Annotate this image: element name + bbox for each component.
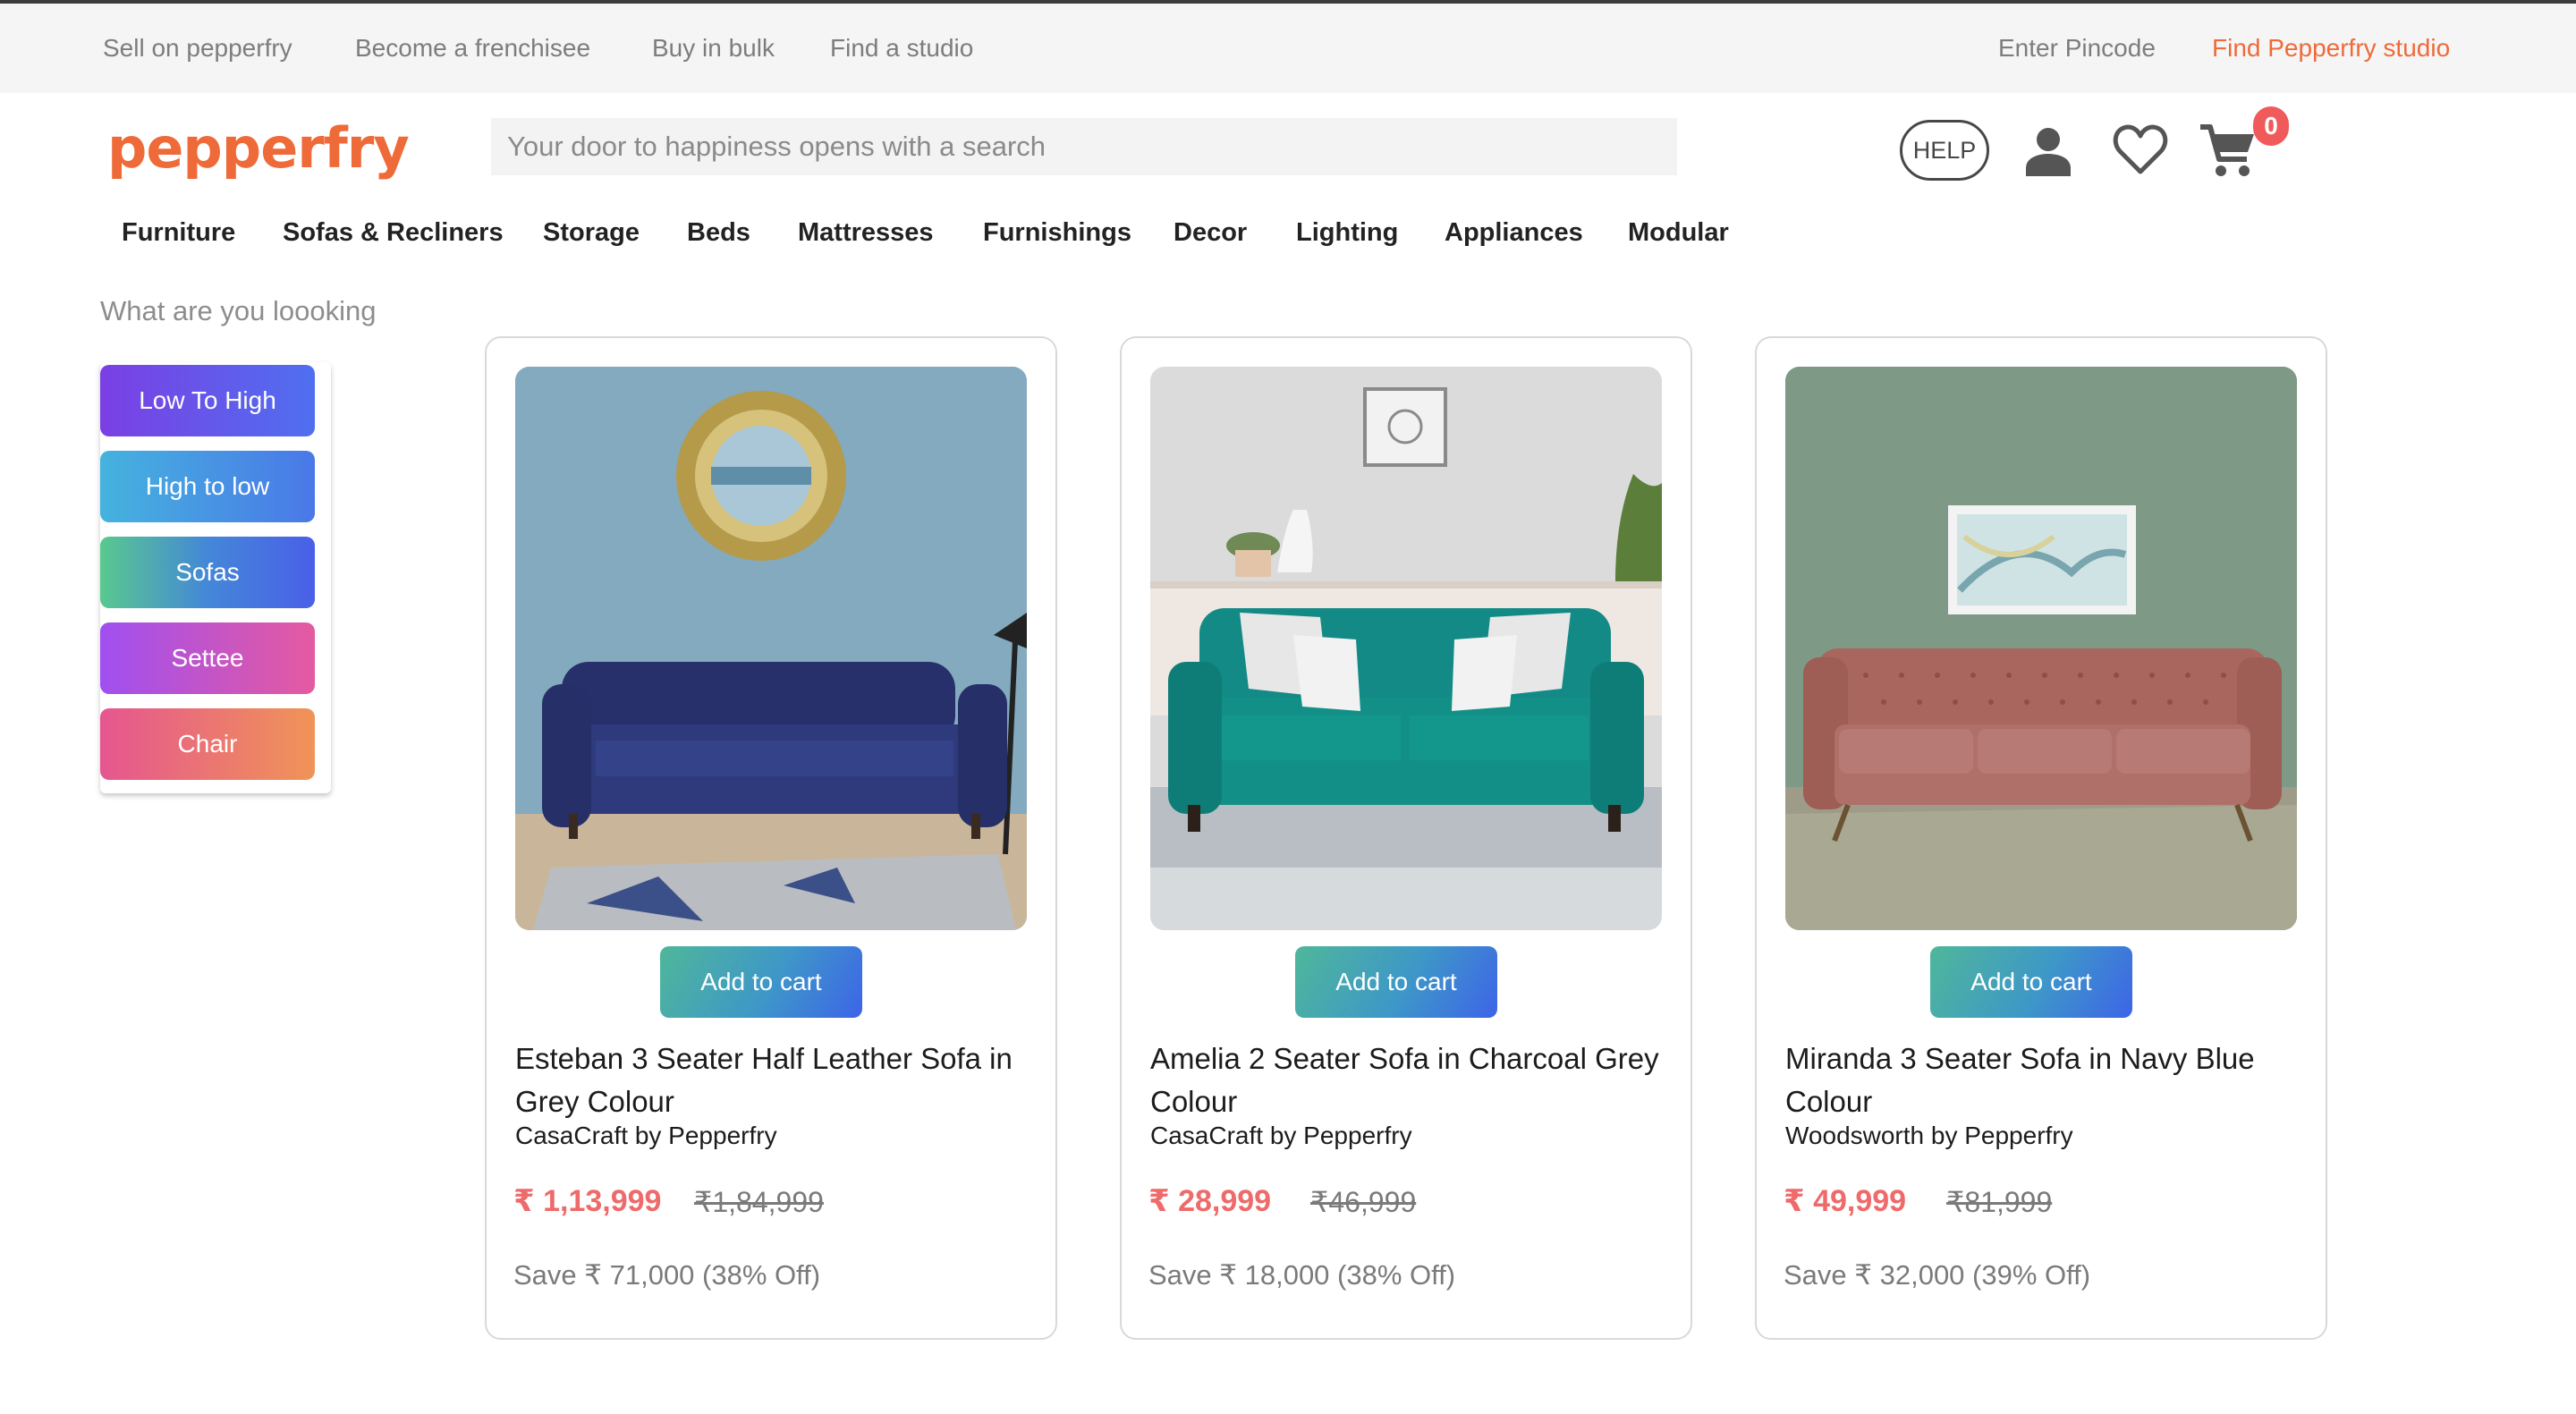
- product-mrp: ₹1,84,999: [694, 1186, 824, 1218]
- user-icon[interactable]: [2023, 125, 2073, 177]
- product-brand: CasaCraft by Pepperfry: [1150, 1122, 1412, 1149]
- pincode-link[interactable]: Enter Pincode: [1998, 4, 2156, 93]
- product-price: ₹ 1,13,999: [513, 1184, 662, 1218]
- bulk-link[interactable]: Buy in bulk: [652, 4, 775, 93]
- product-mrp: ₹46,999: [1310, 1186, 1417, 1218]
- filter-chair-button[interactable]: Chair: [100, 708, 315, 780]
- product-price: ₹ 49,999: [1784, 1184, 1907, 1218]
- product-savings: Save ₹ 18,000 (38% Off): [1148, 1259, 1456, 1291]
- nav-furniture[interactable]: Furniture: [122, 211, 235, 254]
- pepperfry-logo[interactable]: pepperfry: [107, 106, 410, 191]
- product-brand: Woodsworth by Pepperfry: [1785, 1122, 2073, 1149]
- product-mrp: ₹81,999: [1946, 1186, 2053, 1218]
- filter-low-to-high-button[interactable]: Low To High: [100, 365, 315, 436]
- find-studio-link[interactable]: Find Pepperfry studio: [2212, 4, 2450, 93]
- product-brand: CasaCraft by Pepperfry: [515, 1122, 777, 1149]
- nav-mattresses[interactable]: Mattresses: [798, 211, 934, 254]
- nav-appliances[interactable]: Appliances: [1445, 211, 1583, 254]
- nav-storage[interactable]: Storage: [543, 211, 640, 254]
- nav-modular[interactable]: Modular: [1628, 211, 1729, 254]
- product-name[interactable]: Esteban 3 Seater Half Leather Sofa in Gr…: [515, 1037, 1027, 1123]
- product-price: ₹ 28,999: [1148, 1184, 1272, 1218]
- filter-prompt: What are you loooking: [100, 295, 377, 326]
- cart-icon[interactable]: [2199, 122, 2258, 181]
- nav-lighting[interactable]: Lighting: [1296, 211, 1398, 254]
- filter-high-to-low-button[interactable]: High to low: [100, 451, 315, 522]
- product-image[interactable]: [1150, 367, 1662, 930]
- product-name[interactable]: Miranda 3 Seater Sofa in Navy Blue Colou…: [1785, 1037, 2297, 1123]
- add-to-cart-button[interactable]: Add to cart: [1930, 946, 2132, 1018]
- nav-sofas-recliners[interactable]: Sofas & Recliners: [283, 211, 504, 254]
- nav-beds[interactable]: Beds: [687, 211, 750, 254]
- nav-decor[interactable]: Decor: [1174, 211, 1247, 254]
- add-to-cart-button[interactable]: Add to cart: [660, 946, 862, 1018]
- product-name[interactable]: Amelia 2 Seater Sofa in Charcoal Grey Co…: [1150, 1037, 1662, 1123]
- help-button[interactable]: HELP: [1900, 120, 1989, 181]
- franchisee-link[interactable]: Become a frenchisee: [355, 4, 590, 93]
- filter-settee-button[interactable]: Settee: [100, 622, 315, 694]
- product-savings: Save ₹ 71,000 (38% Off): [513, 1259, 821, 1291]
- product-image[interactable]: [515, 367, 1027, 930]
- cart-count-badge: 0: [2253, 106, 2289, 146]
- search-input[interactable]: [491, 118, 1677, 175]
- product-savings: Save ₹ 32,000 (39% Off): [1784, 1259, 2091, 1291]
- add-to-cart-button[interactable]: Add to cart: [1295, 946, 1497, 1018]
- studio-link[interactable]: Find a studio: [830, 4, 973, 93]
- product-image[interactable]: [1785, 367, 2297, 930]
- nav-furnishings[interactable]: Furnishings: [983, 211, 1131, 254]
- page: Sell on pepperfry Become a frenchisee Bu…: [0, 0, 2576, 1414]
- top-strip: Sell on pepperfry Become a frenchisee Bu…: [0, 0, 2576, 93]
- heart-icon[interactable]: [2113, 123, 2168, 175]
- filter-sofas-button[interactable]: Sofas: [100, 537, 315, 608]
- sell-link[interactable]: Sell on pepperfry: [103, 4, 292, 93]
